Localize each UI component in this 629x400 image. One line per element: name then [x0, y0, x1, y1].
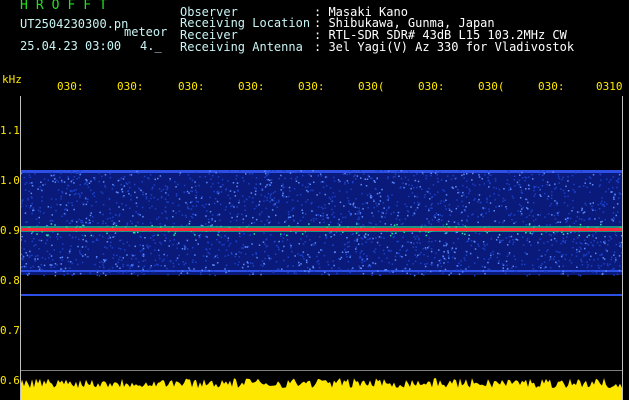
spectrogram-plot — [20, 170, 622, 400]
filename-label: UT2504230300.pn — [20, 17, 129, 31]
count-label: 4._ — [140, 39, 162, 53]
y-tick-1-1: 1.1 — [0, 124, 20, 137]
x-tick-8: 030( — [478, 80, 505, 93]
x-tick-1: 030: — [57, 80, 84, 93]
left-axis-line — [20, 96, 21, 400]
datetime-label: 25.04.23 03:00 — [20, 39, 122, 53]
meteor-label: meteor — [124, 25, 168, 39]
y-tick-0-9: 0.9 — [0, 224, 20, 237]
hrofft-logo: HROFFT — [20, 0, 115, 13]
axis-unit-label: kHz — [2, 73, 22, 86]
x-tick-3: 030: — [178, 80, 205, 93]
y-tick-1-0: 1.0 — [0, 174, 20, 187]
upper-band-edge — [20, 170, 622, 173]
amplitude-baseline — [20, 370, 622, 371]
x-tick-5: 030: — [298, 80, 325, 93]
right-axis-line — [622, 96, 623, 400]
noise-band-base — [20, 170, 622, 275]
lower-edge-line — [20, 294, 622, 296]
y-tick-0-8: 0.8 — [0, 274, 20, 287]
amplitude-trace — [20, 378, 622, 400]
x-tick-9: 030: — [538, 80, 565, 93]
carrier-line — [20, 228, 622, 231]
x-tick-4: 030: — [238, 80, 265, 93]
x-tick-7: 030: — [418, 80, 445, 93]
y-tick-0-6: 0.6 — [0, 374, 20, 387]
antenna-label: Receiving Antenna — [180, 40, 303, 54]
x-tick-6: 030( — [358, 80, 385, 93]
x-tick-2: 030: — [117, 80, 144, 93]
y-tick-0-7: 0.7 — [0, 324, 20, 337]
antenna-value: : 3el Yagi(V) Az 330 for Vladivostok — [314, 40, 575, 54]
x-tick-10: 0310 — [596, 80, 623, 93]
